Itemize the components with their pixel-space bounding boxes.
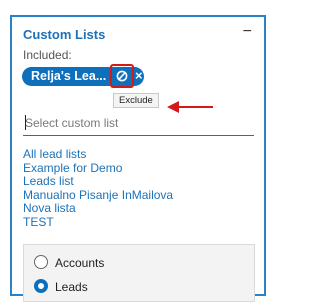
text-cursor bbox=[25, 115, 26, 130]
radio-button[interactable] bbox=[34, 255, 48, 269]
radio-label: Leads bbox=[55, 280, 88, 294]
search-input[interactable] bbox=[23, 115, 245, 131]
list-item[interactable]: Example for Demo bbox=[23, 161, 173, 176]
list-item[interactable]: Manualno Pisanje InMailova bbox=[23, 188, 173, 203]
panel-title: Custom Lists bbox=[23, 27, 106, 42]
list-item[interactable]: Leads list bbox=[23, 175, 173, 189]
custom-list-options: All lead lists Example for Demo Leads li… bbox=[23, 147, 173, 230]
list-item[interactable]: All lead lists bbox=[23, 147, 173, 162]
chip-label: Relja's Lea... bbox=[31, 69, 107, 83]
exclude-button[interactable] bbox=[110, 64, 134, 88]
pointer-arrow-icon bbox=[167, 101, 213, 113]
custom-lists-panel: Custom Lists − Included: Relja's Lea... … bbox=[10, 15, 266, 302]
list-item[interactable]: TEST bbox=[23, 215, 173, 230]
radio-button[interactable] bbox=[34, 279, 48, 293]
included-label: Included: bbox=[23, 48, 72, 62]
radio-label: Accounts bbox=[55, 256, 105, 270]
list-item[interactable]: Nova lista bbox=[23, 202, 173, 216]
included-chip: Relja's Lea... × bbox=[22, 64, 144, 88]
exclude-tooltip: Exclude bbox=[113, 93, 159, 108]
exclude-icon bbox=[116, 70, 128, 82]
custom-list-select[interactable] bbox=[23, 113, 254, 136]
collapse-button[interactable]: − bbox=[243, 24, 252, 40]
type-radio-group: Accounts Leads bbox=[23, 244, 255, 302]
remove-chip-button[interactable]: × bbox=[135, 68, 143, 83]
